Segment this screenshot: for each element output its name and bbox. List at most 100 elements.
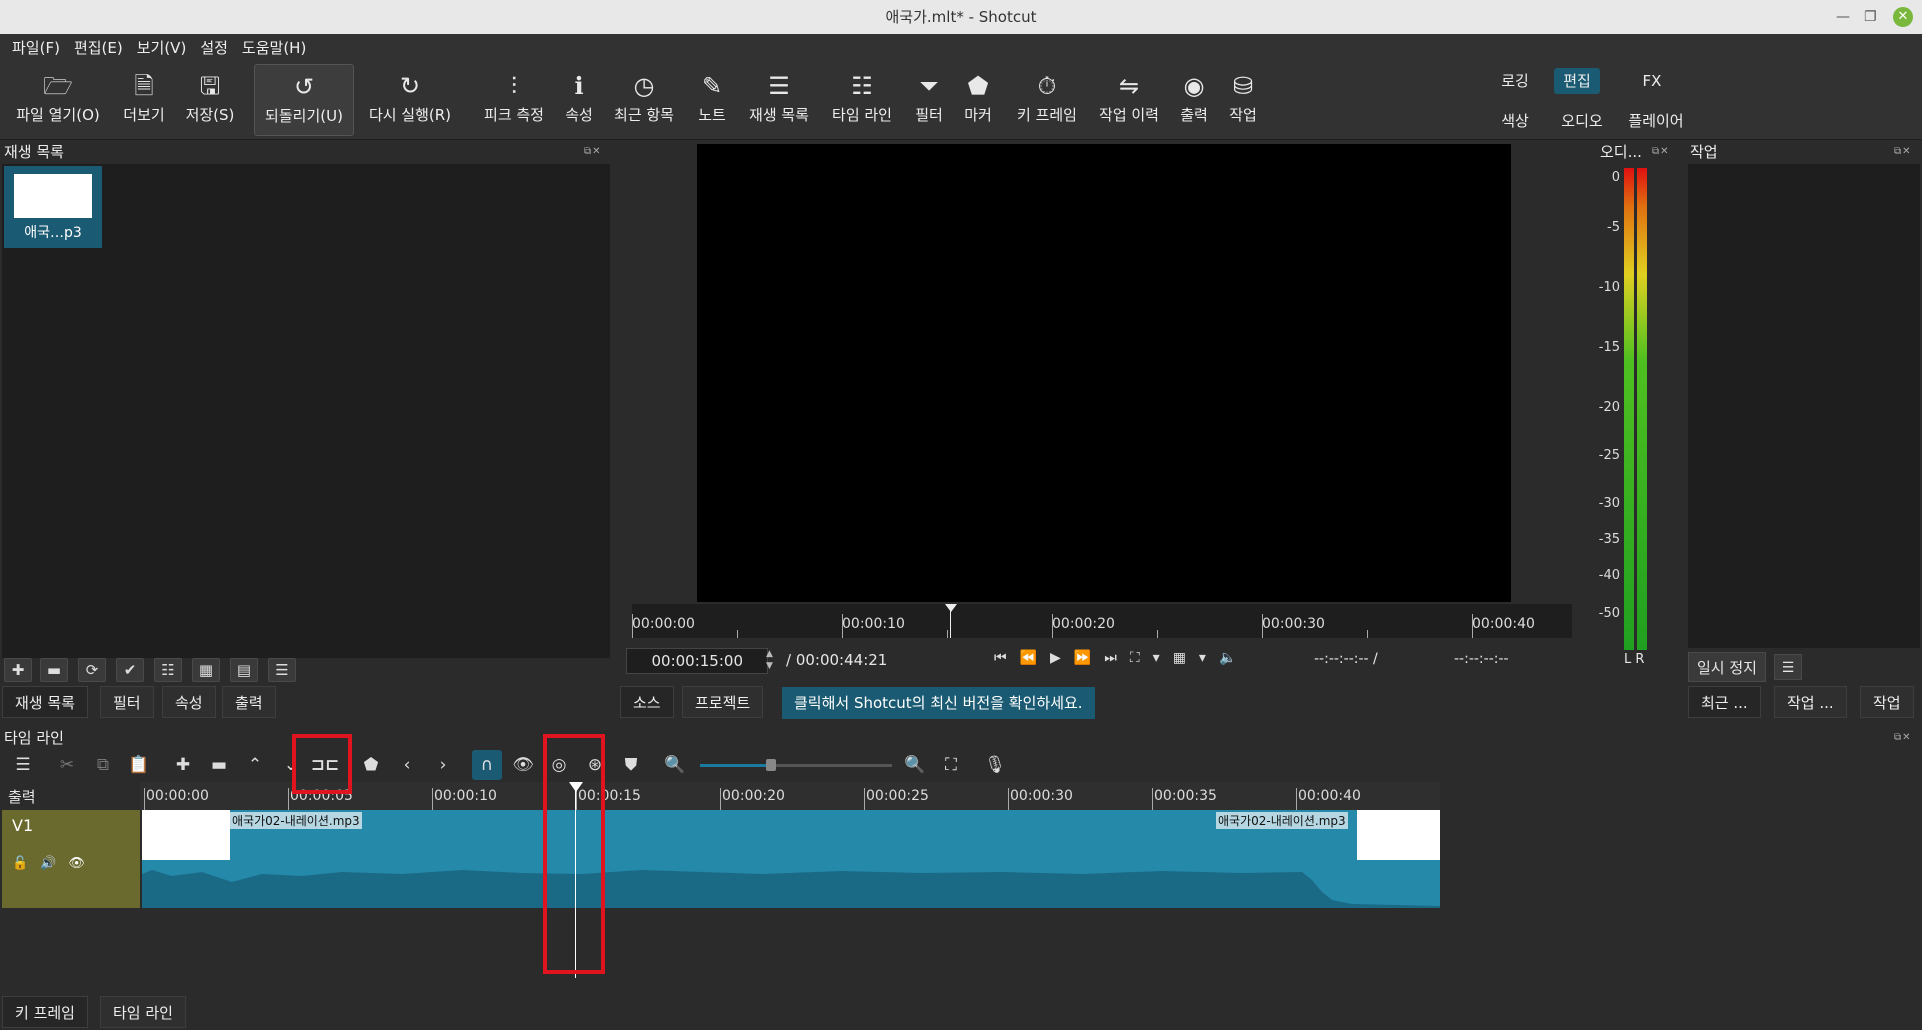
tab-recent[interactable]: 최근 ...: [1688, 686, 1761, 718]
video-preview[interactable]: [697, 144, 1511, 602]
markers-button[interactable]: ⬟ 마커: [958, 64, 998, 136]
dock-float-close-icon[interactable]: ⧉✕: [584, 140, 602, 164]
append-icon[interactable]: ✚: [168, 750, 198, 780]
microphone-icon[interactable]: 🎙: [980, 750, 1010, 780]
zoom-in-icon[interactable]: 🔍: [900, 750, 930, 780]
dock-float-close-icon[interactable]: ⧉✕: [1652, 140, 1670, 164]
dock-float-close-icon[interactable]: ⧉✕: [1894, 140, 1912, 164]
playlist-menu-icon[interactable]: ☰: [268, 658, 296, 682]
zoom-fit-icon[interactable]: ⛶: [936, 750, 966, 780]
playlist-item[interactable]: 애국…p3: [4, 166, 102, 248]
details-view-icon[interactable]: ☷: [154, 658, 182, 682]
timecode-input[interactable]: 00:00:15:00: [626, 648, 768, 674]
layout-editing[interactable]: 편집: [1554, 68, 1600, 94]
zoom-icon[interactable]: ⛶▾: [1130, 650, 1173, 666]
tab-keyframes[interactable]: 키 프레임: [2, 996, 88, 1028]
tab-filters[interactable]: 필터: [100, 686, 154, 718]
open-file-button[interactable]: 🗁 파일 열기(O): [8, 64, 108, 136]
snap-icon[interactable]: ∩: [472, 750, 502, 780]
skip-start-icon[interactable]: ⏮: [994, 650, 1020, 666]
menu-help[interactable]: 도움말(H): [235, 34, 313, 62]
volume-icon[interactable]: 🔈: [1219, 650, 1249, 666]
copy-icon[interactable]: ⧉: [88, 750, 118, 780]
tab-jobs[interactable]: 작업: [1860, 686, 1914, 718]
pause-jobs-button[interactable]: 일시 정지: [1688, 652, 1766, 682]
previous-marker-icon[interactable]: ‹: [392, 750, 422, 780]
peak-meter-icon: ⫶: [511, 72, 517, 100]
tab-export[interactable]: 출력: [222, 686, 276, 718]
history-button[interactable]: ⇋ 작업 이력: [1094, 64, 1164, 136]
menu-file[interactable]: 파일(F): [5, 34, 67, 62]
play-icon[interactable]: ▶: [1050, 650, 1074, 666]
maximize-icon[interactable]: ❐: [1864, 0, 1877, 34]
add-icon[interactable]: ✚: [4, 658, 32, 682]
export-button[interactable]: ◉ 출력: [1174, 64, 1214, 136]
tab-project[interactable]: 프로젝트: [682, 686, 764, 718]
jobs-button[interactable]: ⛁ 작업: [1222, 64, 1264, 136]
dock-float-close-icon[interactable]: ⧉✕: [1894, 726, 1912, 750]
playlist-button[interactable]: ☰ 재생 목록: [742, 64, 816, 136]
menu-edit[interactable]: 편집(E): [67, 34, 130, 62]
audio-clip[interactable]: 애국가02-내레이션.mp3 애국가02-내레이션.mp3: [142, 810, 1494, 908]
marker-icon[interactable]: ⬟: [356, 750, 386, 780]
tab-playlist[interactable]: 재생 목록: [2, 686, 88, 718]
menu-settings[interactable]: 설정: [193, 34, 235, 62]
ripple-markers-icon[interactable]: ⛊: [616, 750, 646, 780]
properties-button[interactable]: ℹ 속성: [558, 64, 600, 136]
menu-view[interactable]: 보기(V): [130, 34, 194, 62]
track-header-v1[interactable]: V1 🔓🔊👁: [2, 810, 140, 908]
remove-icon[interactable]: ▬: [204, 750, 234, 780]
layout-audio[interactable]: 오디오: [1554, 108, 1610, 134]
fast-forward-icon[interactable]: ⏩: [1074, 650, 1104, 666]
skip-end-icon[interactable]: ⏭: [1104, 650, 1130, 666]
tiles-view-icon[interactable]: ▤: [230, 658, 258, 682]
more-button[interactable]: 🗎 더보기: [116, 64, 172, 136]
recent-button[interactable]: ◷ 최근 항목: [608, 64, 680, 136]
update-notice[interactable]: 클릭해서 Shotcut의 최신 버전을 확인하세요.: [782, 687, 1095, 719]
timeline-menu-icon[interactable]: ☰: [8, 750, 38, 780]
spinbox-arrows-icon[interactable]: ▲ ▼: [766, 648, 773, 672]
clip-label: 애국가02-내레이션.mp3: [230, 812, 362, 829]
save-button[interactable]: 🖫 저장(S): [180, 64, 240, 136]
filters-button[interactable]: ⏷ 필터: [910, 64, 948, 136]
layout-color[interactable]: 색상: [1492, 108, 1538, 134]
grid-view-icon[interactable]: ▦: [192, 658, 220, 682]
eye-icon[interactable]: 👁: [68, 856, 97, 871]
tab-history[interactable]: 작업 ...: [1774, 686, 1847, 718]
redo-button[interactable]: ↻ 다시 실행(R): [362, 64, 458, 136]
close-icon[interactable]: ✕: [1893, 7, 1913, 27]
tab-source[interactable]: 소스: [620, 686, 674, 718]
cut-icon[interactable]: ✂: [52, 750, 82, 780]
zoom-out-icon[interactable]: 🔍: [660, 750, 690, 780]
keyframes-button[interactable]: ⏱ 키 프레임: [1008, 64, 1086, 136]
marker-icon: ⬟: [967, 72, 989, 100]
layout-logging[interactable]: 로깅: [1492, 68, 1538, 94]
tab-timeline[interactable]: 타임 라인: [100, 996, 186, 1028]
minimize-icon[interactable]: —: [1836, 0, 1850, 34]
zoom-slider[interactable]: [700, 759, 892, 771]
tab-properties[interactable]: 속성: [162, 686, 216, 718]
paste-icon[interactable]: 📋: [124, 750, 154, 780]
zoom-slider-handle[interactable]: [766, 759, 776, 771]
layout-fx[interactable]: FX: [1632, 68, 1672, 94]
lock-icon[interactable]: 🔓: [12, 856, 40, 871]
layout-player[interactable]: 플레이어: [1620, 108, 1692, 134]
mute-icon[interactable]: 🔊: [40, 856, 68, 871]
player-ruler[interactable]: 00:00:00 00:00:10 00:00:20 00:00:30 00:0…: [632, 604, 1572, 638]
check-icon[interactable]: ✔: [116, 658, 144, 682]
transport-controls: ⏮⏪▶⏩⏭⛶▾▦▾🔈: [994, 650, 1249, 666]
undo-button[interactable]: ↺ 되돌리기(U): [254, 64, 354, 136]
next-marker-icon[interactable]: ›: [428, 750, 458, 780]
grid-icon[interactable]: ▦▾: [1173, 650, 1219, 666]
timeline-button[interactable]: ☷ 타임 라인: [826, 64, 898, 136]
scrub-icon[interactable]: 👁: [508, 750, 538, 780]
rewind-icon[interactable]: ⏪: [1020, 650, 1050, 666]
notes-button[interactable]: ✎ 노트: [692, 64, 732, 136]
lift-icon[interactable]: ⌃: [240, 750, 270, 780]
undo-icon: ↺: [293, 73, 315, 101]
peak-meter-button[interactable]: ⫶ 피크 측정: [474, 64, 554, 136]
jobs-menu-icon[interactable]: ☰: [1774, 654, 1802, 680]
meter-bar-left: [1624, 168, 1634, 650]
remove-icon[interactable]: ▬: [40, 658, 68, 682]
update-icon[interactable]: ⟳: [78, 658, 106, 682]
